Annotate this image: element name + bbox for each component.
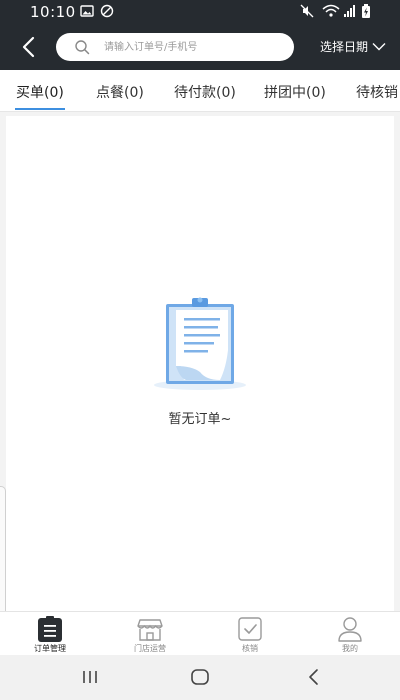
- search-input[interactable]: [104, 33, 284, 61]
- tab-buy[interactable]: 买单(0): [16, 82, 64, 102]
- status-time: 10:10: [30, 3, 76, 21]
- search-icon: [75, 40, 90, 55]
- wifi-icon: [322, 4, 340, 17]
- recent-apps-icon[interactable]: [80, 667, 100, 687]
- order-list-icon: [38, 616, 62, 642]
- date-picker-label: 选择日期: [320, 40, 369, 54]
- order-tabs: 买单(0) 点餐(0) 待付款(0) 拼团中(0) 待核销: [0, 70, 400, 112]
- bottom-tab-bar: 订单管理 门店运营 核销 我的: [0, 611, 400, 655]
- home-icon[interactable]: [190, 667, 210, 687]
- back-arrow-icon[interactable]: [14, 32, 44, 62]
- tab-pending-payment[interactable]: 待付款(0): [174, 82, 236, 102]
- image-icon: [80, 5, 94, 17]
- bottom-tab-orders[interactable]: 订单管理: [0, 612, 100, 656]
- app-header: 选择日期: [0, 24, 400, 70]
- mute-icon: [300, 4, 314, 18]
- empty-state-text: 暂无订单~: [168, 412, 232, 427]
- tab-pending-verify[interactable]: 待核销: [356, 82, 398, 102]
- tab-group-buying[interactable]: 拼团中(0): [264, 82, 326, 102]
- chevron-down-icon: [372, 43, 386, 51]
- verify-check-icon: [238, 617, 262, 641]
- active-tab-indicator: [15, 108, 65, 110]
- bottom-tab-me-label: 我的: [342, 644, 358, 653]
- signal-icon: [344, 5, 355, 17]
- nav-back-icon[interactable]: [304, 667, 324, 687]
- no-location-icon: [100, 4, 114, 18]
- system-nav-bar: [0, 655, 400, 700]
- bottom-tab-orders-label: 订单管理: [34, 644, 66, 653]
- status-bar: 10:10: [0, 0, 400, 24]
- order-list: 暂无订单~: [6, 116, 394, 612]
- bottom-tab-verify-label: 核销: [242, 644, 258, 653]
- battery-charging-icon: [362, 4, 370, 18]
- date-picker[interactable]: 选择日期: [320, 38, 386, 55]
- tab-dine[interactable]: 点餐(0): [96, 82, 144, 102]
- store-icon: [137, 619, 163, 641]
- empty-clipboard-icon: [154, 297, 246, 390]
- search-box[interactable]: [56, 33, 294, 61]
- side-drawer-handle[interactable]: [0, 486, 6, 616]
- bottom-tab-verify[interactable]: 核销: [200, 612, 300, 656]
- bottom-tab-store-label: 门店运营: [134, 644, 166, 653]
- bottom-tab-store[interactable]: 门店运营: [100, 612, 200, 656]
- user-icon: [338, 617, 362, 642]
- bottom-tab-me[interactable]: 我的: [300, 612, 400, 656]
